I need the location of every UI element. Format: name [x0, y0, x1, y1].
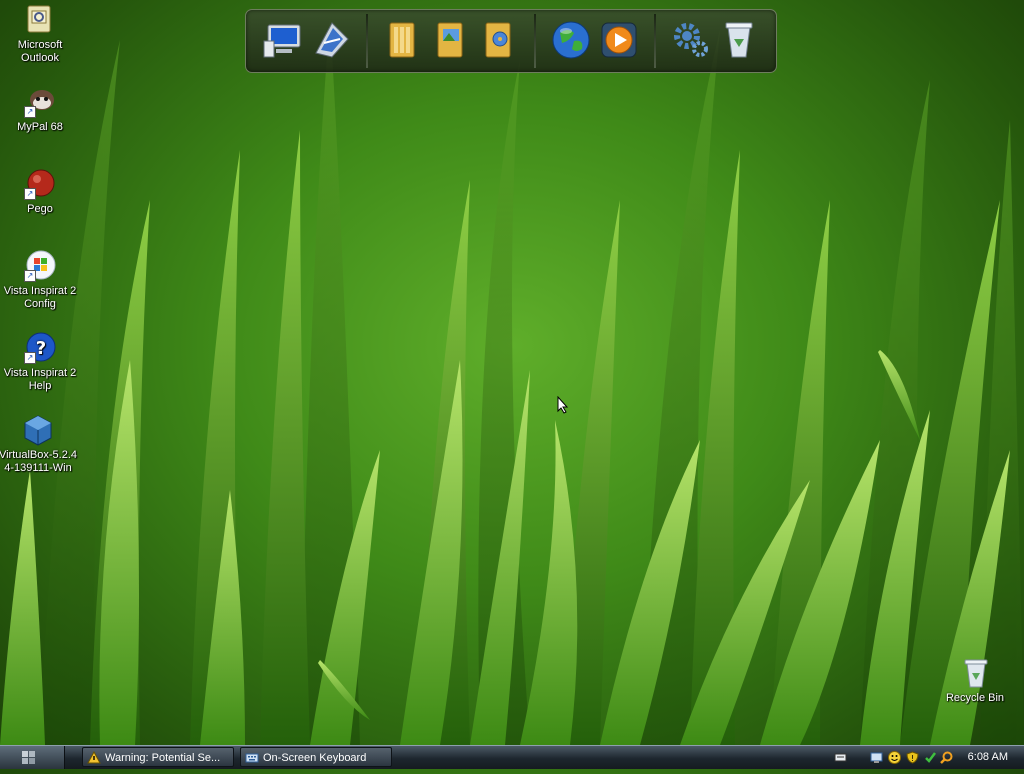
windows-logo-icon: ↗	[24, 250, 56, 282]
pictures-icon[interactable]	[430, 19, 472, 61]
svg-text:?: ?	[36, 338, 46, 359]
desktop-icon-pego[interactable]: ↗ Pego	[0, 168, 80, 216]
desktop-icon-vista-help[interactable]: ? ↗ Vista Inspirat 2 Help	[0, 332, 80, 393]
mypal-icon: ↗	[24, 86, 56, 118]
network-monitor-icon[interactable]	[870, 751, 883, 764]
dock	[245, 9, 777, 73]
start-button[interactable]	[0, 746, 65, 769]
system-tray: ! 6:08 AM	[834, 746, 1024, 769]
network-icon[interactable]	[310, 19, 352, 61]
desktop-icon-mypal[interactable]: ↗ MyPal 68	[0, 86, 80, 134]
pego-icon: ↗	[24, 168, 56, 200]
taskbar-button-on-screen-keyboard[interactable]: On-Screen Keyboard	[240, 747, 392, 767]
recycle-bin-icon	[959, 657, 991, 689]
shortcut-arrow-icon: ↗	[24, 188, 36, 200]
shortcut-arrow-icon: ↗	[24, 106, 36, 118]
documents-icon[interactable]	[382, 19, 424, 61]
settings-gears-icon[interactable]	[670, 19, 712, 61]
warning-icon	[87, 751, 101, 764]
desktop-icon-recycle-bin[interactable]: Recycle Bin	[935, 657, 1015, 705]
help-icon: ? ↗	[24, 332, 56, 364]
taskbar: Warning: Potential Se... On-Screen Keybo…	[0, 745, 1024, 769]
smiley-icon[interactable]	[888, 751, 901, 764]
media-player-icon[interactable]	[598, 19, 640, 61]
windows-logo-icon	[22, 751, 35, 764]
desktop-icon-outlook[interactable]: Microsoft Outlook	[0, 4, 80, 65]
virtualbox-icon	[22, 414, 54, 446]
shortcut-arrow-icon: ↗	[24, 270, 36, 282]
svg-text:!: !	[911, 754, 914, 763]
security-shield-icon[interactable]: !	[906, 751, 919, 764]
checkmark-icon[interactable]	[924, 751, 937, 764]
desktop-icon-vista-config[interactable]: ↗ Vista Inspirat 2 Config	[0, 250, 80, 311]
mouse-cursor-icon	[557, 396, 569, 414]
system-clock[interactable]: 6:08 AM	[968, 746, 1008, 769]
keyboard-icon[interactable]	[834, 751, 847, 764]
search-icon[interactable]	[940, 751, 953, 764]
outlook-icon	[24, 4, 56, 36]
keyboard-icon	[245, 753, 259, 763]
music-icon[interactable]	[478, 19, 520, 61]
internet-globe-icon[interactable]	[550, 19, 592, 61]
desktop-icon-virtualbox[interactable]: VirtualBox-5.2.44-139111-Win	[0, 414, 78, 475]
taskbar-button-warning[interactable]: Warning: Potential Se...	[82, 747, 234, 767]
my-computer-icon[interactable]	[262, 19, 304, 61]
shortcut-arrow-icon: ↗	[24, 352, 36, 364]
wallpaper-grass	[0, 20, 1024, 745]
recycle-bin-icon[interactable]	[718, 19, 760, 61]
